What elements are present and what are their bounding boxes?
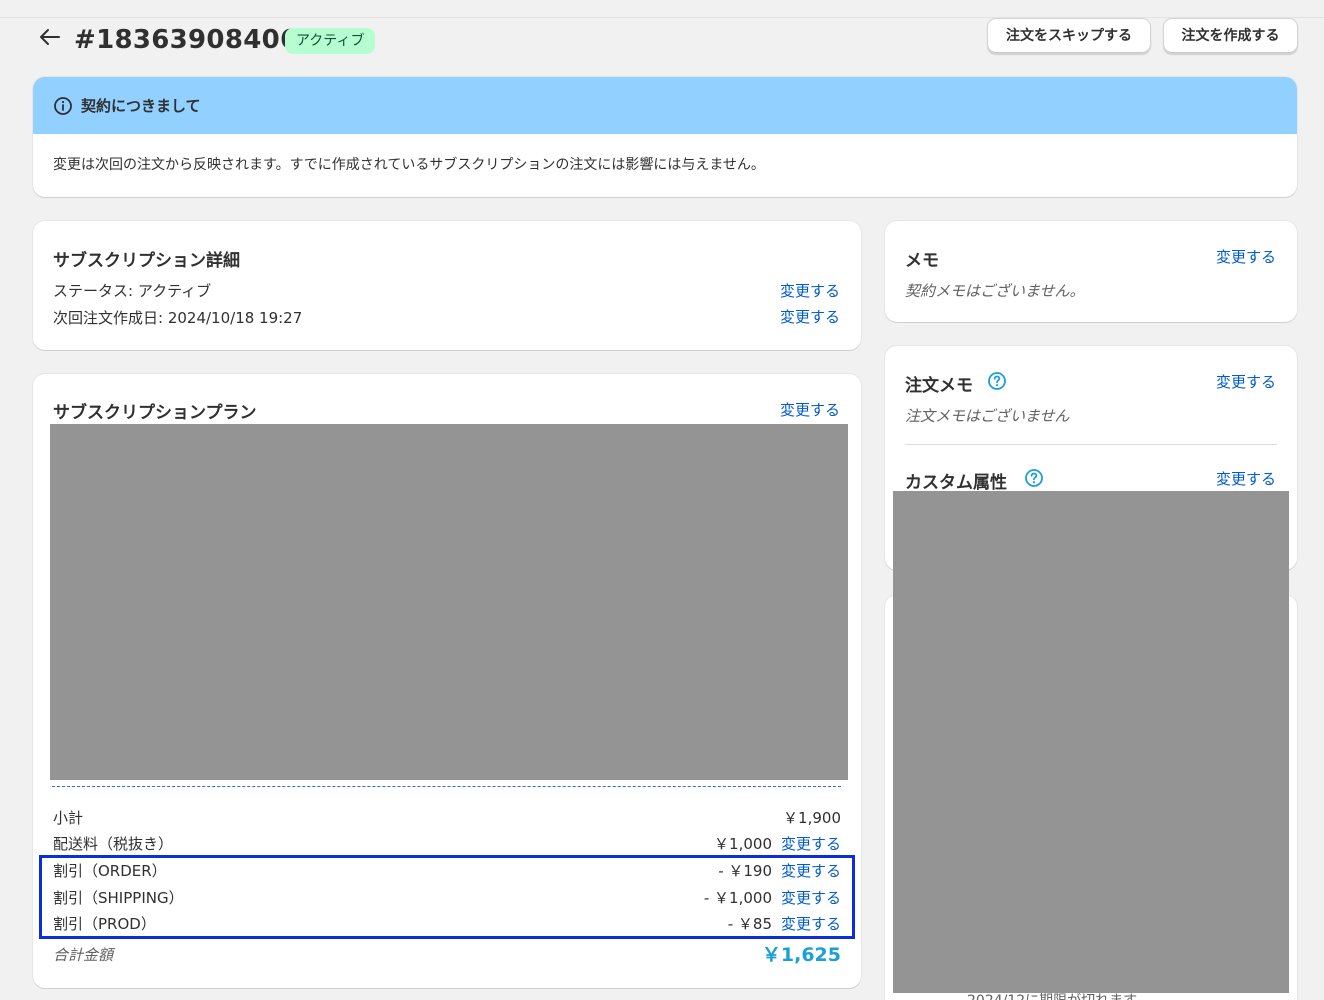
custom-attributes-title: カスタム属性 (905, 473, 1007, 493)
edit-next-order-date-link[interactable]: 変更する (780, 306, 840, 327)
dashed-divider (52, 786, 841, 787)
plan-title: サブスクリプションプラン (53, 403, 257, 423)
redacted-attributes-area (893, 491, 1289, 993)
subscription-details-card: サブスクリプション詳細 ステータス: アクティブ 変更する 次回注文作成日: 2… (33, 221, 861, 350)
memo-card: メモ 変更する 契約メモはございません。 (885, 221, 1297, 322)
notice-title: 契約につきまして (81, 97, 201, 115)
edit-custom-attributes-link[interactable]: 変更する (1216, 468, 1276, 489)
create-order-button[interactable]: 注文を作成する (1163, 18, 1298, 54)
skip-order-button[interactable]: 注文をスキップする (987, 18, 1151, 54)
section-divider (905, 444, 1277, 445)
contract-notice-banner: 契約につきまして 変更は次回の注文から反映されます。すでに作成されているサブスク… (33, 77, 1297, 197)
info-icon (54, 96, 72, 115)
notice-body: 変更は次回の注文から反映されます。すでに作成されているサブスクリプションの注文に… (53, 157, 765, 173)
edit-memo-link[interactable]: 変更する (1216, 246, 1276, 267)
back-arrow-icon[interactable] (38, 27, 62, 47)
memo-empty-text: 契約メモはございません。 (905, 282, 1085, 300)
total-label: 合計金額 (53, 946, 114, 964)
edit-status-link[interactable]: 変更する (780, 280, 840, 301)
shipping-label: 配送料（税抜き） (53, 835, 174, 853)
discount-highlight-box (39, 855, 855, 939)
help-icon[interactable] (987, 371, 1007, 391)
next-order-date-line: 次回注文作成日: 2024/10/18 19:27 (53, 309, 303, 327)
help-icon[interactable] (1024, 468, 1044, 488)
subtotal-label: 小計 (53, 809, 84, 827)
status-badge: アクティブ (285, 28, 376, 54)
redacted-line-items (50, 424, 848, 780)
memo-title: メモ (905, 251, 939, 271)
edit-plan-link[interactable]: 変更する (780, 399, 840, 420)
summary-row-subtotal: 小計 ￥1,900 (53, 807, 841, 831)
notice-header: 契約につきまして (33, 77, 1297, 134)
subtotal-value: ￥1,900 (783, 809, 841, 827)
page-title: #18363908406 (74, 25, 299, 55)
edit-shipping-link[interactable]: 変更する (781, 833, 841, 854)
total-value: ￥1,625 (761, 944, 841, 966)
summary-row-shipping: 配送料（税抜き） ￥1,000 変更する (53, 833, 841, 857)
shipping-value: ￥1,000 (714, 835, 772, 853)
order-memo-empty-text: 注文メモはございません (905, 407, 1070, 425)
edit-order-memo-link[interactable]: 変更する (1216, 371, 1276, 392)
status-line: ステータス: アクティブ (53, 282, 212, 300)
details-title: サブスクリプション詳細 (53, 251, 240, 271)
order-memo-title: 注文メモ (905, 376, 973, 396)
